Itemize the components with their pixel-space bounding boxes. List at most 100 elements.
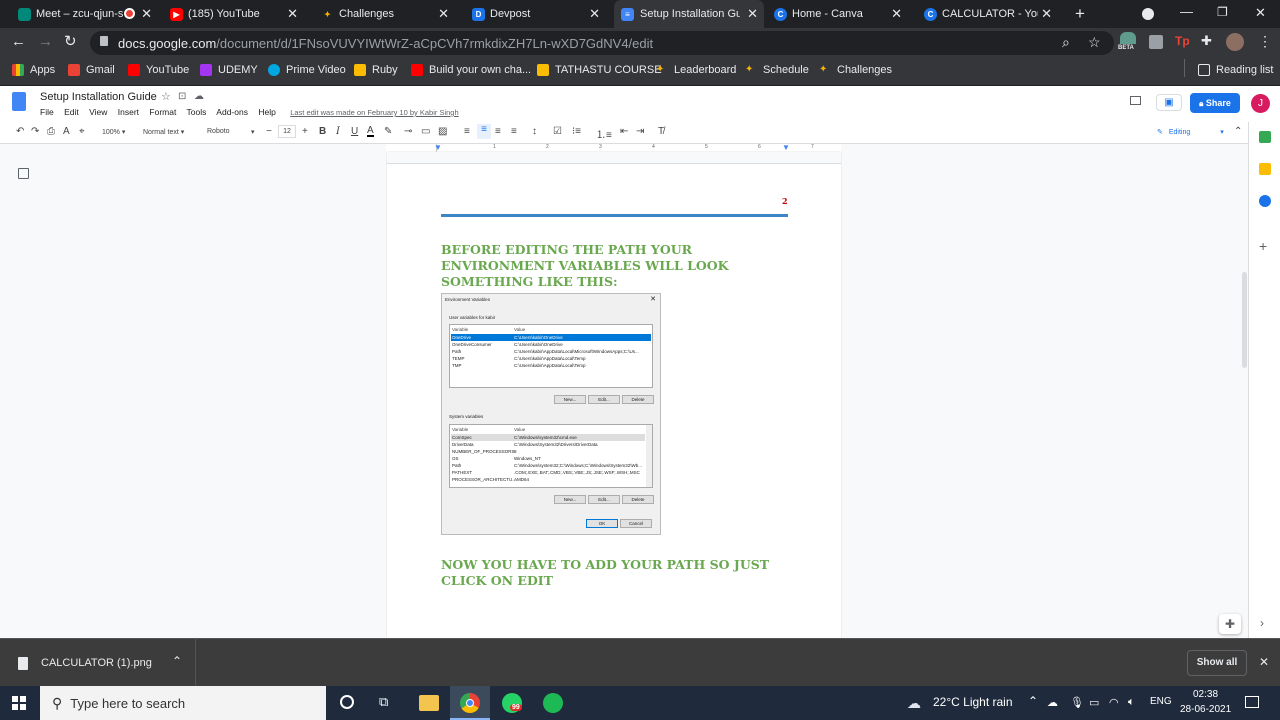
show-all-button[interactable]: Show all xyxy=(1187,650,1247,676)
bookmark-leaderboard[interactable]: ✦ Leaderboard xyxy=(656,64,736,76)
forward-icon[interactable]: → xyxy=(38,33,53,50)
bookmark-prime-video[interactable]: Prime Video xyxy=(268,64,346,76)
meet-present-icon[interactable]: ▣ xyxy=(1156,94,1182,111)
close-icon[interactable]: ✕ xyxy=(141,6,152,22)
paint-format-icon[interactable]: ⌖ xyxy=(79,126,85,137)
bookmark-udemy[interactable]: UDEMY xyxy=(200,64,258,76)
bulleted-list-icon[interactable]: ⁝≡ xyxy=(572,126,581,137)
kebab-menu-icon[interactable]: ⋮ xyxy=(1258,33,1272,50)
chevron-up-icon[interactable]: ⌃ xyxy=(172,654,182,668)
share-button[interactable]: 🔒︎ Share xyxy=(1190,93,1240,113)
volume-icon[interactable]: 🔈︎ xyxy=(1128,696,1135,709)
minimize-icon[interactable]: — xyxy=(1180,4,1193,19)
bookmark-star-icon[interactable]: ☆ xyxy=(1088,34,1101,51)
clock-time[interactable]: 02:38 xyxy=(1193,689,1218,700)
close-icon[interactable]: ✕ xyxy=(747,6,758,22)
editing-mode-select[interactable]: ✎ Editing ▾ xyxy=(1154,125,1226,140)
undo-icon[interactable]: ↶ xyxy=(16,126,24,137)
redo-icon[interactable]: ↷ xyxy=(31,126,39,137)
tasks-icon[interactable] xyxy=(1259,195,1271,207)
bookmark-build-your-own[interactable]: Build your own cha... xyxy=(411,64,531,76)
close-icon[interactable]: ✕ xyxy=(438,6,449,22)
spellcheck-icon[interactable]: A xyxy=(63,126,70,137)
move-icon[interactable]: ⊡ xyxy=(178,91,186,102)
chrome-taskbar-button[interactable] xyxy=(450,686,490,720)
justify-icon[interactable]: ≡ xyxy=(511,126,517,137)
notifications-icon[interactable] xyxy=(1245,696,1259,708)
highlight-icon[interactable]: ✎ xyxy=(384,126,392,137)
close-icon[interactable]: ✕ xyxy=(589,6,600,22)
microphone-icon[interactable]: 🎙︎ xyxy=(1070,696,1084,709)
puzzle-icon[interactable]: ✚ xyxy=(1201,33,1212,49)
environment-variables-image[interactable]: Environment Variables ✕ User variables f… xyxy=(441,293,661,535)
font-select[interactable]: Roboto xyxy=(207,128,230,135)
menu-insert[interactable]: Insert xyxy=(118,107,139,117)
align-left-icon[interactable]: ≡ xyxy=(464,126,470,137)
checklist-icon[interactable]: ☑ xyxy=(553,126,562,137)
avatar[interactable]: J xyxy=(1251,94,1270,113)
tab-meet[interactable]: Meet – zcu-qjun-s ✕ xyxy=(18,0,158,28)
cortana-icon[interactable] xyxy=(340,695,354,709)
tab-devpost[interactable]: D Devpost ✕ xyxy=(472,0,606,28)
spotify-icon[interactable] xyxy=(543,693,563,713)
scrollbar[interactable] xyxy=(1242,272,1247,368)
bookmark-schedule[interactable]: ✦ Schedule xyxy=(745,64,809,76)
file-explorer-icon[interactable] xyxy=(419,695,439,711)
chevron-down-icon[interactable]: ▾ xyxy=(251,128,255,136)
text-color-icon[interactable]: A xyxy=(367,126,374,137)
increase-font-icon[interactable]: + xyxy=(302,126,308,137)
explore-icon[interactable]: ✚ xyxy=(1219,614,1241,634)
align-center-icon[interactable]: ≡ xyxy=(477,124,491,139)
profile-tab-search-icon[interactable] xyxy=(1142,8,1154,20)
star-icon[interactable]: ☆ xyxy=(161,90,171,103)
weather-text[interactable]: 22°C Light rain xyxy=(933,695,1013,709)
comments-icon[interactable] xyxy=(1130,96,1141,105)
sheets-icon[interactable] xyxy=(1259,131,1271,143)
numbered-list-icon[interactable]: ⒈≡ xyxy=(596,126,612,141)
comment-icon[interactable]: ▭ xyxy=(421,126,430,137)
bookmark-youtube[interactable]: YouTube xyxy=(128,64,189,76)
reading-list-button[interactable]: Reading list xyxy=(1198,64,1273,76)
bookmark-tathastu[interactable]: TATHASTU COURSE xyxy=(537,64,662,76)
align-right-icon[interactable]: ≡ xyxy=(495,126,501,137)
window-close-icon[interactable]: ✕ xyxy=(1255,5,1266,21)
zoom-search-icon[interactable]: ⌕ xyxy=(1062,34,1070,51)
back-icon[interactable]: ← xyxy=(11,33,26,50)
bold-icon[interactable]: B xyxy=(319,126,326,137)
chevron-right-icon[interactable]: › xyxy=(1260,616,1264,630)
menu-file[interactable]: File xyxy=(40,107,54,117)
tab-setup-guide[interactable]: ≡ Setup Installation Gui ✕ xyxy=(614,0,764,28)
menu-tools[interactable]: Tools xyxy=(187,107,207,117)
close-icon[interactable]: ✕ xyxy=(287,6,298,22)
last-edit-link[interactable]: Last edit was made on February 10 by Kab… xyxy=(290,108,458,117)
bookmark-challenges[interactable]: ✦ Challenges xyxy=(819,64,892,76)
decrease-font-icon[interactable]: − xyxy=(266,126,272,137)
extension-icon[interactable] xyxy=(1149,35,1163,49)
indent-marker-icon[interactable]: ▼ xyxy=(434,144,442,152)
menu-help[interactable]: Help xyxy=(258,107,275,117)
docs-logo-icon[interactable] xyxy=(12,92,26,111)
clear-formatting-icon[interactable]: T̸ xyxy=(658,126,664,137)
new-tab-icon[interactable]: + xyxy=(1075,4,1085,24)
weather-cloud-icon[interactable]: ☁ xyxy=(907,695,921,712)
maximize-icon[interactable]: ❐ xyxy=(1217,5,1228,19)
document-title[interactable]: Setup Installation Guide xyxy=(40,91,157,103)
document-page[interactable]: 2 BEFORE EDITING THE PATH YOUR ENVIRONME… xyxy=(387,152,841,638)
menu-edit[interactable]: Edit xyxy=(64,107,79,117)
increase-indent-icon[interactable]: ⇥ xyxy=(636,126,644,137)
extension-icon[interactable]: Tp xyxy=(1175,34,1190,48)
ruler[interactable]: ▼ ▼ 1 2 3 4 5 6 7 xyxy=(386,144,841,152)
close-icon[interactable]: ✕ xyxy=(1041,6,1052,22)
chevron-up-icon[interactable]: ⌃ xyxy=(1234,126,1242,137)
tab-canva[interactable]: C Home - Canva ✕ xyxy=(774,0,908,28)
print-icon[interactable]: ⎙ xyxy=(47,126,55,137)
chevron-up-icon[interactable]: ⌃ xyxy=(1028,694,1038,708)
font-size-input[interactable]: 12 xyxy=(278,125,296,138)
link-icon[interactable]: ⊸ xyxy=(404,126,412,137)
avatar[interactable] xyxy=(1226,33,1244,51)
tab-challenges[interactable]: ✦ Challenges ✕ xyxy=(321,0,455,28)
bookmark-apps[interactable]: Apps xyxy=(12,64,55,76)
battery-icon[interactable]: ▭ xyxy=(1089,696,1099,709)
tab-calculator[interactable]: C CALCULATOR - YouTu ✕ xyxy=(924,0,1058,28)
menu-format[interactable]: Format xyxy=(149,107,176,117)
